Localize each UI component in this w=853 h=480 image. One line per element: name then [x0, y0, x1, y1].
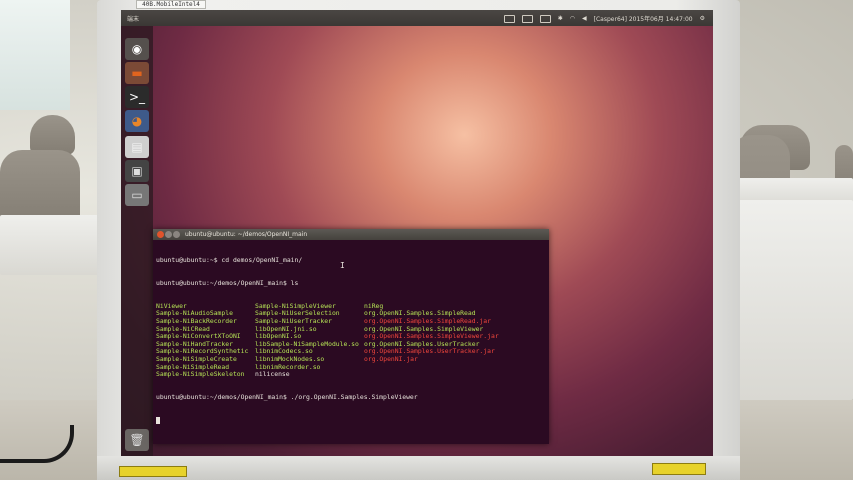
terminal-title: ubuntu@ubuntu: ~/demos/OpenNI_main	[185, 231, 308, 238]
power-gear-icon[interactable]: ⚙	[700, 15, 705, 22]
intel-sticker	[119, 466, 187, 477]
close-icon[interactable]	[157, 231, 164, 238]
terminal-output[interactable]: ubuntu@ubuntu:~$ cd demos/OpenNI_main/ u…	[153, 240, 549, 439]
terminal-icon[interactable]: >_	[125, 86, 149, 108]
listing-entry: nilicense	[255, 370, 290, 379]
terminal-command: ubuntu@ubuntu:~/demos/OpenNI_main$ ./org…	[156, 392, 418, 401]
desk	[735, 200, 853, 400]
listing-row: Sample-NiBackRecorder Sample-NiUserTracke…	[156, 317, 549, 326]
terminal-line: ubuntu@ubuntu:~/demos/OpenNI_main$ ls	[156, 278, 299, 287]
firefox-icon[interactable]: ◕	[125, 110, 149, 132]
panel-app-title: 端末	[127, 16, 140, 23]
top-panel: 端末 ✱ ◠ ◀ [Casper64] 2015年06月 14:47:00 ⚙	[121, 10, 713, 26]
mouse-pointer-icon: I	[340, 261, 345, 270]
mail-indicator-icon[interactable]	[539, 14, 551, 23]
text-cursor	[156, 416, 160, 424]
terminal-app-icon[interactable]: ▣	[125, 160, 149, 182]
file-listing: NiViewer Sample-NiSimpleViewer niReg Sample…	[156, 302, 549, 379]
listing-entry: Sample-NiSimpleSkeleton	[156, 370, 245, 379]
drive-icon[interactable]: ▭	[125, 184, 149, 206]
room-window	[0, 0, 70, 110]
laptop-base	[97, 456, 740, 480]
bluetooth-icon[interactable]: ✱	[558, 15, 563, 22]
dash-home-icon[interactable]: ◉	[125, 38, 149, 60]
wifi-icon[interactable]: ◠	[570, 15, 575, 22]
panel-indicators: ✱ ◠ ◀ [Casper64] 2015年06月 14:47:00 ⚙	[503, 14, 705, 23]
files-icon[interactable]: ▬	[125, 62, 149, 84]
terminal-window[interactable]: ubuntu@ubuntu: ~/demos/OpenNI_main ubunt…	[153, 229, 549, 444]
clock-text[interactable]: [Casper64] 2015年06月 14:47:00	[594, 14, 693, 23]
chair	[0, 150, 80, 225]
laptop-screen: 端末 ✱ ◠ ◀ [Casper64] 2015年06月 14:47:00 ⚙ …	[121, 10, 713, 456]
network-indicator-icon[interactable]	[521, 14, 533, 23]
terminal-titlebar[interactable]: ubuntu@ubuntu: ~/demos/OpenNI_main	[153, 229, 549, 240]
minimize-icon[interactable]	[165, 231, 172, 238]
document-icon[interactable]: ▤	[125, 136, 149, 158]
terminal-command-line: ubuntu@ubuntu:~/demos/OpenNI_main$ ./org…	[156, 392, 549, 402]
trash-icon[interactable]: 🗑	[125, 429, 149, 451]
maximize-icon[interactable]	[173, 231, 180, 238]
listing-entry: org.OpenNI.jar	[364, 354, 418, 363]
windows-sticker	[652, 463, 706, 475]
listing-entry	[364, 364, 514, 372]
volume-icon[interactable]: ◀	[582, 15, 587, 22]
model-label: 40B.MobileIntel4	[136, 0, 206, 9]
launcher: 🗑 ◉ ▬ >_ ◕ ▤ ▣ ▭	[121, 26, 153, 456]
listing-entry	[364, 371, 514, 379]
chair	[30, 115, 75, 155]
listing-row: Sample-NiSimpleSkeleton nilicense	[156, 370, 549, 379]
terminal-prompt-line	[156, 416, 549, 425]
desk	[0, 215, 100, 275]
terminal-line: ubuntu@ubuntu:~$ cd demos/OpenNI_main/	[156, 256, 303, 265]
keyboard-indicator-icon[interactable]	[503, 14, 515, 23]
